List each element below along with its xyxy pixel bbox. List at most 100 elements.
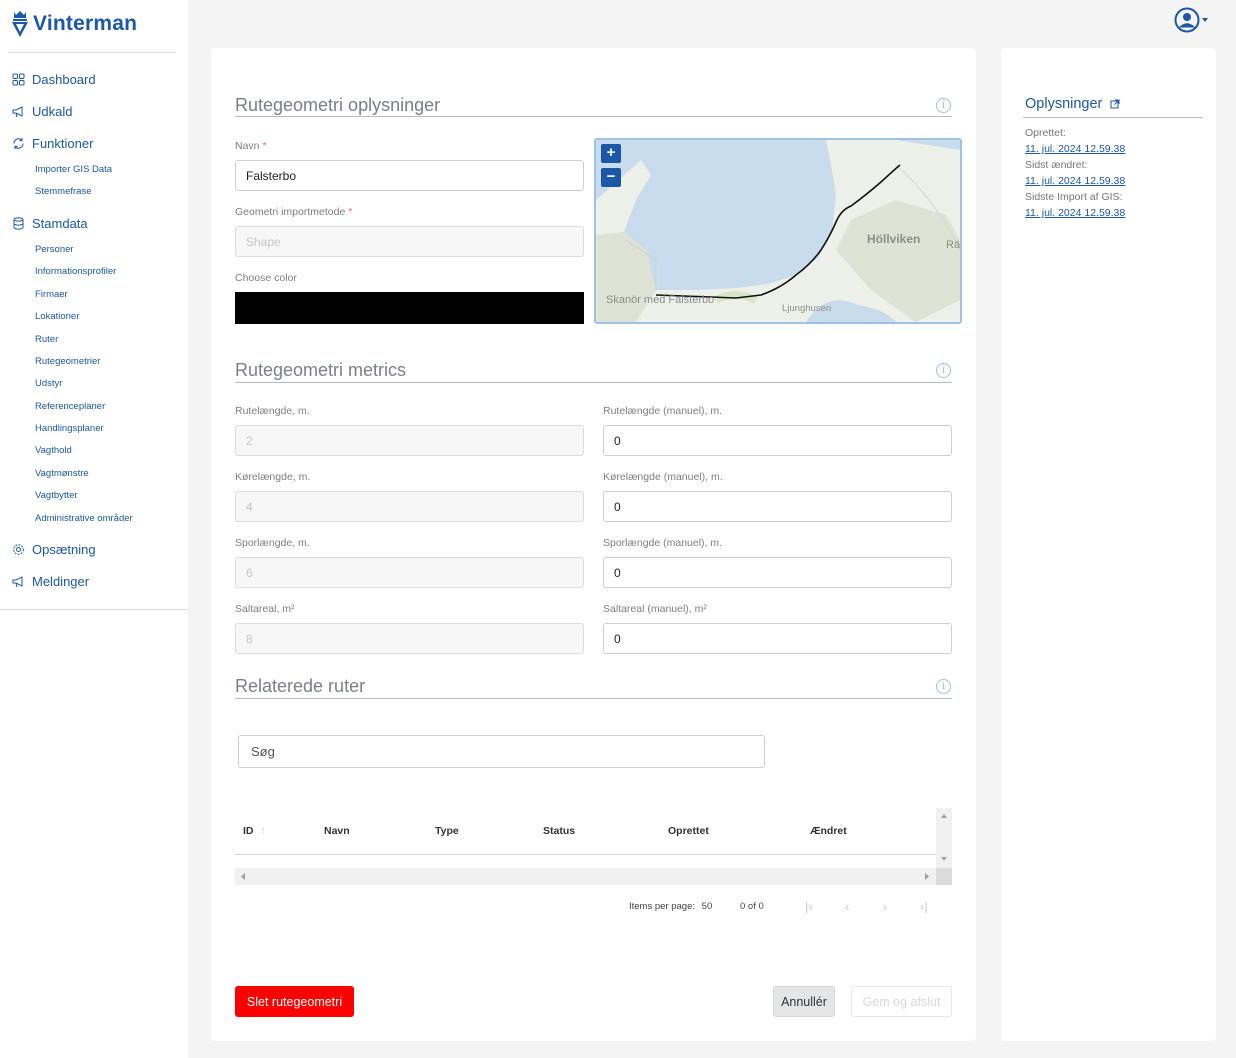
info-panel-title-text: Oplysninger — [1025, 96, 1103, 112]
sidebar-item-label: Meldinger — [32, 574, 90, 589]
previous-page-button[interactable]: ‹ — [845, 899, 849, 914]
zoom-out-button[interactable]: − — [601, 168, 621, 187]
changed-link[interactable]: 11. jul. 2024 12.59.38 — [1025, 175, 1125, 187]
sidebar: Vinterman Dashboard Udkald Funktioner Im… — [0, 0, 188, 1058]
koerelaengde-field: 4 — [235, 491, 584, 522]
rutelaengde-manuel-label: Rutelængde (manuel), m. — [603, 405, 723, 417]
sidebar-item-stemmefrase[interactable]: Stemmefrase — [35, 186, 92, 197]
required-mark: * — [348, 206, 353, 218]
related-search-input[interactable]: Søg — [238, 735, 765, 768]
saltareal-manuel-input[interactable]: 0 — [603, 623, 952, 654]
next-page-button[interactable]: › — [883, 899, 887, 914]
info-icon[interactable]: i — [936, 98, 951, 113]
column-header-id[interactable]: ID ↑ — [243, 825, 266, 837]
app-logo[interactable]: Vinterman — [10, 10, 137, 38]
sidebar-item-stamdata[interactable]: Stamdata — [12, 216, 88, 231]
route-map[interactable]: + − Höllviken Rä Skanör med Falsterbo Lj… — [594, 138, 962, 324]
map-label-hollviken: Höllviken — [867, 232, 921, 246]
zoom-in-button[interactable]: + — [601, 144, 621, 163]
rutelaengde-field: 2 — [235, 425, 584, 456]
last-import-label: Sidste Import af GIS: — [1025, 191, 1123, 203]
sidebar-item-referenceplaner[interactable]: Referenceplaner — [35, 401, 105, 412]
last-page-icon: ›| — [920, 899, 928, 914]
sidebar-item-administrative-omraader[interactable]: Administrative områder — [35, 513, 133, 524]
column-header-oprettet[interactable]: Oprettet — [668, 825, 709, 837]
table-vertical-scrollbar[interactable] — [936, 808, 952, 868]
external-link-icon — [1110, 99, 1120, 109]
sidebar-item-personer[interactable]: Personer — [35, 244, 74, 255]
last-page-button[interactable]: ›| — [920, 899, 928, 914]
chevron-left-icon: ‹ — [845, 899, 850, 914]
sidebar-item-ruter[interactable]: Ruter — [35, 334, 58, 345]
sidebar-item-label: Funktioner — [32, 136, 94, 151]
dashboard-icon — [12, 73, 25, 86]
column-header-status[interactable]: Status — [543, 825, 575, 837]
koerelaengde-manuel-label: Kørelængde (manuel), m. — [603, 471, 723, 483]
column-header-navn[interactable]: Navn — [324, 825, 350, 837]
delete-button[interactable]: Slet rutegeometri — [235, 986, 354, 1017]
column-header-type[interactable]: Type — [435, 825, 459, 837]
section-title-info: Rutegeometri oplysninger — [235, 95, 441, 115]
crown-logo-icon — [12, 11, 28, 37]
sidebar-item-lokationer[interactable]: Lokationer — [35, 311, 79, 322]
sidebar-item-udstyr[interactable]: Udstyr — [35, 378, 62, 389]
column-header-label: ID — [243, 825, 254, 837]
koerelaengde-label: Kørelængde, m. — [235, 471, 311, 483]
sidebar-item-rutegeometrier[interactable]: Rutegeometrier — [35, 356, 100, 367]
cancel-button[interactable]: Annullér — [773, 986, 835, 1017]
name-label: Navn * — [235, 140, 267, 152]
sidebar-divider — [0, 609, 188, 610]
sidebar-item-vagtmonstre[interactable]: Vagtmønstre — [35, 468, 89, 479]
refresh-icon — [13, 138, 24, 149]
import-method-field: Shape — [235, 226, 584, 257]
koerelaengde-manuel-input[interactable]: 0 — [603, 491, 952, 522]
sporlaengde-manuel-input[interactable]: 0 — [603, 557, 952, 588]
required-mark: * — [262, 140, 267, 152]
rutelaengde-label: Rutelængde, m. — [235, 405, 310, 417]
info-icon[interactable]: i — [936, 679, 951, 694]
pagination-range: 0 of 0 — [740, 901, 764, 912]
name-input[interactable]: Falsterbo — [235, 160, 584, 191]
map-label-ljunghusen: Ljunghusen — [782, 303, 832, 314]
saltareal-field: 8 — [235, 623, 584, 654]
color-picker[interactable] — [235, 292, 584, 324]
items-per-page-label: Items per page: — [629, 901, 696, 912]
app-name: Vinterman — [33, 12, 138, 35]
section-divider — [235, 698, 952, 699]
sidebar-item-meldinger[interactable]: Meldinger — [12, 574, 89, 589]
rutelaengde-manuel-input[interactable]: 0 — [603, 425, 952, 456]
created-link[interactable]: 11. jul. 2024 12.59.38 — [1025, 143, 1125, 155]
section-divider — [235, 382, 952, 383]
info-icon[interactable]: i — [936, 363, 951, 378]
sidebar-item-importer-gis[interactable]: Importer GIS Data — [35, 164, 112, 175]
column-header-aendret[interactable]: Ændret — [810, 825, 847, 837]
save-and-close-button[interactable]: Gem og afslut — [851, 986, 952, 1017]
sidebar-item-funktioner[interactable]: Funktioner — [12, 136, 93, 151]
sidebar-item-opsaetning[interactable]: Opsætning — [12, 542, 96, 557]
section-title-related: Relaterede ruter — [235, 676, 366, 696]
sidebar-item-handlingsplaner[interactable]: Handlingsplaner — [35, 423, 104, 434]
logo-divider — [8, 52, 176, 53]
sidebar-item-udkald[interactable]: Udkald — [12, 104, 72, 119]
first-page-button[interactable]: |‹ — [805, 899, 813, 914]
database-icon — [13, 217, 24, 230]
rutegeometri-form-card: Rutegeometri oplysninger i Navn * Falste… — [211, 48, 976, 1041]
table-horizontal-scrollbar[interactable] — [235, 868, 952, 885]
last-import-link[interactable]: 11. jul. 2024 12.59.38 — [1025, 207, 1125, 219]
chevron-down-icon — [1202, 18, 1208, 22]
user-menu-button[interactable] — [1174, 7, 1208, 33]
sidebar-item-label: Stamdata — [32, 216, 88, 231]
items-per-page-select[interactable]: 50 — [702, 901, 713, 912]
info-panel-divider — [1023, 117, 1203, 118]
sidebar-item-firmaer[interactable]: Firmaer — [35, 289, 68, 300]
sidebar-item-vagthold[interactable]: Vagthold — [35, 445, 72, 456]
sidebar-item-informationsprofiler[interactable]: Informationsprofiler — [35, 266, 116, 277]
sidebar-item-dashboard[interactable]: Dashboard — [12, 72, 96, 87]
sidebar-item-vagtbytter[interactable]: Vagtbytter — [35, 490, 78, 501]
sidebar-item-label: Opsætning — [32, 542, 96, 557]
info-panel: Oplysninger Oprettet: 11. jul. 2024 12.5… — [1001, 48, 1216, 1041]
scroll-arrows-icon — [941, 814, 947, 861]
sporlaengde-field: 6 — [235, 557, 584, 588]
info-panel-title[interactable]: Oplysninger — [1025, 96, 1120, 112]
created-label: Oprettet: — [1025, 127, 1066, 139]
